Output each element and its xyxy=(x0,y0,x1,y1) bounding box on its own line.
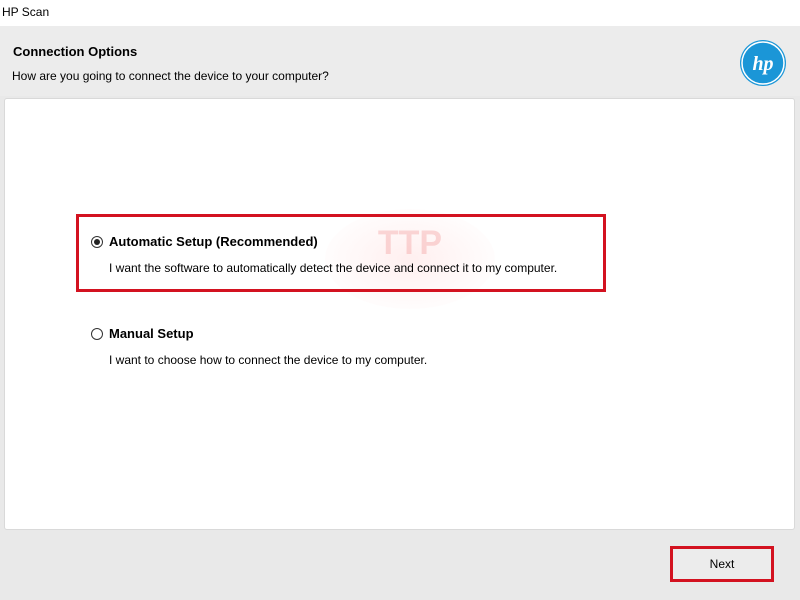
options-panel: TTP Automatic Setup (Recommended) I want… xyxy=(4,98,795,530)
hp-scan-window: HP Scan Connection Options How are you g… xyxy=(0,0,800,600)
window-title: HP Scan xyxy=(2,5,50,19)
manual-setup-label: Manual Setup xyxy=(109,326,194,341)
next-button[interactable]: Next xyxy=(672,548,772,580)
automatic-setup-radio[interactable] xyxy=(91,236,103,248)
manual-setup-option[interactable]: Manual Setup I want to choose how to con… xyxy=(89,321,509,371)
header-panel: Connection Options How are you going to … xyxy=(0,26,800,96)
page-title: Connection Options xyxy=(13,44,138,59)
page-subtitle: How are you going to connect the device … xyxy=(12,69,329,83)
automatic-setup-option[interactable]: Automatic Setup (Recommended) I want the… xyxy=(89,229,609,289)
hp-logo-icon: hp xyxy=(740,40,786,86)
automatic-setup-description: I want the software to automatically det… xyxy=(109,261,558,275)
title-bar: HP Scan xyxy=(0,0,800,26)
manual-setup-radio[interactable] xyxy=(91,328,103,340)
hp-logo-glyph: hp xyxy=(741,41,785,85)
automatic-setup-label: Automatic Setup (Recommended) xyxy=(109,234,318,249)
manual-setup-description: I want to choose how to connect the devi… xyxy=(109,353,428,367)
hp-logo-text: hp xyxy=(752,53,773,75)
